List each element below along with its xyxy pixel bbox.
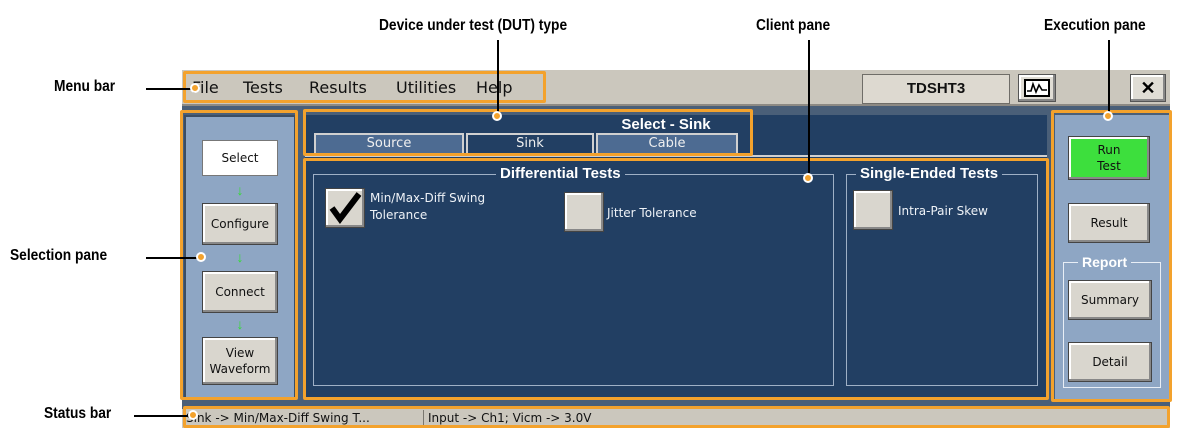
- leader-line-menu: [146, 88, 194, 90]
- callout-dot-client: [803, 173, 813, 183]
- execution-pane-highlight: [1051, 110, 1172, 402]
- close-button[interactable]: ✕: [1130, 74, 1166, 102]
- instrument-title: TDSHT3: [862, 74, 1010, 104]
- callout-dot-dut: [492, 111, 502, 121]
- callout-client-pane: Client pane: [756, 17, 831, 34]
- callout-dot-selection: [196, 252, 206, 262]
- waveform-window-button[interactable]: [1018, 74, 1056, 102]
- status-bar-highlight: [183, 406, 1170, 428]
- callout-dot-menu: [190, 83, 200, 93]
- leader-line-dut: [497, 40, 499, 116]
- leader-line-client: [808, 40, 810, 178]
- leader-line-selection: [146, 257, 202, 259]
- waveform-icon: [1024, 79, 1050, 97]
- callout-dot-execution: [1103, 111, 1113, 121]
- menu-bar-highlight: [183, 71, 546, 103]
- client-pane-highlight: [303, 158, 1049, 400]
- leader-line-status: [134, 415, 192, 417]
- callout-status-bar: Status bar: [44, 405, 112, 422]
- callout-selection-pane: Selection pane: [10, 247, 108, 264]
- callout-menu-bar: Menu bar: [54, 78, 116, 95]
- callout-dot-status: [188, 410, 198, 420]
- callout-execution-pane: Execution pane: [1044, 17, 1146, 34]
- dut-type-highlight: [303, 109, 753, 156]
- callout-dut-type: Device under test (DUT) type: [379, 17, 568, 34]
- leader-line-execution: [1108, 40, 1110, 116]
